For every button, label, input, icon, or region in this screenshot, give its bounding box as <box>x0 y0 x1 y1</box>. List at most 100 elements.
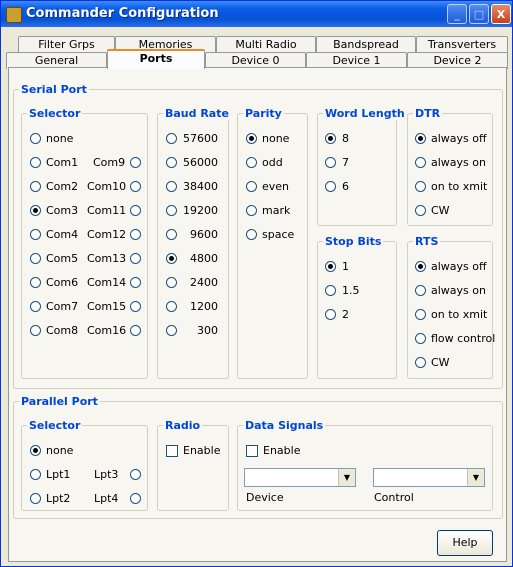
data-signals-enable-checkbox[interactable] <box>246 445 258 457</box>
baud-1200-label: 1200 <box>190 300 218 313</box>
tab-bandspread[interactable]: Bandspread <box>316 36 416 53</box>
minimize-button[interactable]: _ <box>447 4 467 24</box>
chevron-down-icon[interactable]: ▼ <box>467 469 484 486</box>
com11-label: Com11 <box>87 204 127 217</box>
radio-baud-300[interactable] <box>166 325 177 336</box>
word-7-label: 7 <box>342 156 349 169</box>
radio-word-7[interactable] <box>325 157 336 168</box>
radio-com7[interactable] <box>30 301 41 312</box>
radio-parity-none[interactable] <box>246 133 257 144</box>
tab-filter-grps[interactable]: Filter Grps <box>18 36 115 53</box>
radio-lpt-none[interactable] <box>30 445 41 456</box>
radio-dtr-always-on[interactable] <box>415 157 426 168</box>
radio-parity-even[interactable] <box>246 181 257 192</box>
radio-stop-1[interactable] <box>325 261 336 272</box>
radio-com3[interactable] <box>30 205 41 216</box>
radio-rts-always-off[interactable] <box>415 261 426 272</box>
radio-com5[interactable] <box>30 253 41 264</box>
com8-label: Com8 <box>46 324 79 337</box>
parallel-selector-title: Selector <box>27 419 83 432</box>
radio-baud-4800[interactable] <box>166 253 177 264</box>
rts-always-on-label: always on <box>431 284 486 297</box>
rts-flow-control-label: flow control <box>431 332 496 345</box>
maximize-button[interactable]: □ <box>469 4 489 24</box>
radio-com10[interactable] <box>130 181 141 192</box>
radio-com4[interactable] <box>30 229 41 240</box>
com5-label: Com5 <box>46 252 79 265</box>
radio-lpt3[interactable] <box>130 469 141 480</box>
lpt4-label: Lpt4 <box>94 492 119 505</box>
baud-rate-group <box>157 113 229 379</box>
radio-com13[interactable] <box>130 253 141 264</box>
radio-com6[interactable] <box>30 277 41 288</box>
parity-odd-label: odd <box>262 156 283 169</box>
close-button[interactable]: X <box>491 4 511 24</box>
device-dropdown[interactable]: ▼ <box>244 468 356 487</box>
parity-title: Parity <box>243 107 284 120</box>
radio-parity-space[interactable] <box>246 229 257 240</box>
radio-rts-always-on[interactable] <box>415 285 426 296</box>
com12-label: Com12 <box>87 228 127 241</box>
parity-even-label: even <box>262 180 290 193</box>
radio-group <box>157 425 229 511</box>
rts-on-to-xmit-label: on to xmit <box>431 308 488 321</box>
baud-2400-label: 2400 <box>190 276 218 289</box>
radio-rts-cw[interactable] <box>415 357 426 368</box>
title-bar[interactable]: Commander Configuration _ □ X <box>1 1 512 27</box>
device-label: Device <box>246 491 284 504</box>
control-dropdown[interactable]: ▼ <box>373 468 485 487</box>
app-icon <box>6 7 22 23</box>
radio-enable-checkbox[interactable] <box>166 445 178 457</box>
lpt-none-label: none <box>46 444 74 457</box>
tab-multi-radio[interactable]: Multi Radio <box>216 36 316 53</box>
control-label: Control <box>374 491 414 504</box>
radio-lpt2[interactable] <box>30 493 41 504</box>
radio-lpt1[interactable] <box>30 469 41 480</box>
radio-enable-label: Enable <box>183 444 221 457</box>
radio-com-none[interactable] <box>30 133 41 144</box>
radio-parity-odd[interactable] <box>246 157 257 168</box>
dtr-title: DTR <box>413 107 443 120</box>
dtr-always-off-label: always off <box>431 132 487 145</box>
radio-com8[interactable] <box>30 325 41 336</box>
radio-baud-1200[interactable] <box>166 301 177 312</box>
radio-rts-flow-control[interactable] <box>415 333 426 344</box>
radio-com11[interactable] <box>130 205 141 216</box>
radio-baud-57600[interactable] <box>166 133 177 144</box>
radio-stop-2[interactable] <box>325 309 336 320</box>
radio-word-8[interactable] <box>325 133 336 144</box>
radio-baud-56000[interactable] <box>166 157 177 168</box>
radio-lpt4[interactable] <box>130 493 141 504</box>
window-title: Commander Configuration <box>26 6 219 21</box>
com6-label: Com6 <box>46 276 79 289</box>
radio-baud-38400[interactable] <box>166 181 177 192</box>
help-button[interactable]: Help <box>437 530 493 556</box>
rts-cw-label: CW <box>431 356 450 369</box>
radio-stop-1-5[interactable] <box>325 285 336 296</box>
radio-word-6[interactable] <box>325 181 336 192</box>
radio-baud-9600[interactable] <box>166 229 177 240</box>
radio-dtr-cw[interactable] <box>415 205 426 216</box>
rts-title: RTS <box>413 235 441 248</box>
radio-com15[interactable] <box>130 301 141 312</box>
com4-label: Com4 <box>46 228 79 241</box>
commander-configuration-window: Commander Configuration _ □ X Filter Grp… <box>0 0 513 567</box>
serial-selector-group <box>21 113 148 379</box>
radio-dtr-always-off[interactable] <box>415 133 426 144</box>
radio-com9[interactable] <box>130 157 141 168</box>
tab-transverters[interactable]: Transverters <box>416 36 508 53</box>
radio-com1[interactable] <box>30 157 41 168</box>
radio-rts-on-to-xmit[interactable] <box>415 309 426 320</box>
radio-com2[interactable] <box>30 181 41 192</box>
radio-parity-mark[interactable] <box>246 205 257 216</box>
radio-dtr-on-to-xmit[interactable] <box>415 181 426 192</box>
tab-ports[interactable]: Ports <box>107 49 205 69</box>
radio-com16[interactable] <box>130 325 141 336</box>
radio-baud-19200[interactable] <box>166 205 177 216</box>
radio-baud-2400[interactable] <box>166 277 177 288</box>
radio-com14[interactable] <box>130 277 141 288</box>
lpt3-label: Lpt3 <box>94 468 119 481</box>
chevron-down-icon[interactable]: ▼ <box>338 469 355 486</box>
radio-com12[interactable] <box>130 229 141 240</box>
word-8-label: 8 <box>342 132 349 145</box>
